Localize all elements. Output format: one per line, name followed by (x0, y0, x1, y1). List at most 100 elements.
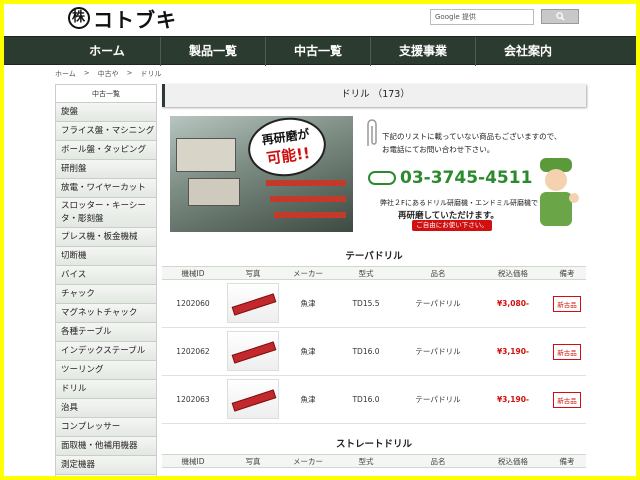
sidebar-item[interactable]: フライス盤・マシニング (56, 122, 156, 141)
breadcrumb-current: ドリル (141, 69, 162, 79)
page-title: ドリル （173） (162, 84, 586, 107)
phone-text: 03-3745-4511 (400, 168, 532, 188)
sidebar-item[interactable]: コンプレッサー (56, 418, 156, 437)
regrind-note: 弊社２Fにあるドリル研磨機・エンドミル研磨機で (380, 198, 538, 208)
sidebar-item[interactable]: 放電・ワイヤーカット (56, 179, 156, 198)
banner-photo: 再研磨が 可能!! (170, 116, 353, 232)
sidebar-item[interactable]: 各種テーブル (56, 323, 156, 342)
sidebar-item[interactable]: プレス機・板金機械 (56, 228, 156, 247)
table-header-row: 機械ID 写真 メーカー 型式 品名 税込価格 備考 (162, 267, 586, 280)
note-line2: お電話にてお問い合わせ下さい。 (382, 143, 561, 156)
site-logo[interactable]: 株 コトブキ (68, 6, 177, 30)
breadcrumb-sep: > (84, 69, 90, 79)
logo-mark: 株 (68, 7, 90, 29)
search-button[interactable] (541, 9, 579, 24)
sidebar-heading: 中古一覧 (56, 85, 156, 103)
cell-maker: 魚津 (282, 328, 334, 376)
cell-note: 新古品 (548, 280, 586, 328)
sidebar-item[interactable]: チャック (56, 285, 156, 304)
breadcrumb-home[interactable]: ホーム (55, 69, 76, 79)
cell-price: ¥3,190- (478, 376, 548, 424)
nav-used[interactable]: 中古一覧 (265, 37, 370, 66)
cell-note: 新古品 (548, 376, 586, 424)
col-name: 品名 (398, 267, 478, 280)
cell-name: テーパドリル (398, 280, 478, 328)
breadcrumb-used[interactable]: 中古や (98, 69, 119, 79)
cell-model: TD15.5 (334, 280, 398, 328)
note-line1: 下記のリストに載っていない商品もございますので、 (382, 130, 561, 143)
freedial-icon (368, 171, 396, 185)
col-note: 備考 (548, 455, 586, 468)
nav-company[interactable]: 会社案内 (475, 37, 580, 66)
cell-photo[interactable] (224, 280, 282, 328)
table-row[interactable]: 1202062 魚津 TD16.0 テーパドリル ¥3,190- 新古品 (162, 328, 586, 376)
burst-line2: 可能!! (265, 142, 311, 169)
logo-text: コトブキ (93, 4, 177, 33)
sidebar-item[interactable]: 切断機 (56, 247, 156, 266)
sidebar-item[interactable]: 旋盤 (56, 103, 156, 122)
cell-model: TD16.0 (334, 328, 398, 376)
sidebar-item[interactable]: 研削盤 (56, 160, 156, 179)
sidebar-item[interactable]: ツーリング (56, 361, 156, 380)
col-maker: メーカー (282, 455, 334, 468)
regrind-burst: 再研磨が 可能!! (244, 116, 329, 181)
col-price: 税込価格 (478, 267, 548, 280)
sidebar-item[interactable]: 測定機器 (56, 456, 156, 475)
nav-products[interactable]: 製品一覧 (160, 37, 265, 66)
search-input[interactable]: Google 提供 (430, 9, 534, 25)
table-row[interactable]: 1202060 魚津 TD15.5 テーパドリル ¥3,080- 新古品 (162, 280, 586, 328)
free-use-badge: ご自由にお使い下さい。 (412, 220, 492, 231)
site-header: 株 コトブキ Google 提供 (4, 4, 636, 36)
product-table-straight: 機械ID 写真 メーカー 型式 品名 税込価格 備考 (162, 454, 586, 468)
sidebar-item[interactable]: インデックステーブル (56, 342, 156, 361)
cell-maker: 魚津 (282, 280, 334, 328)
new-old-badge: 新古品 (553, 392, 581, 408)
cell-id: 1202062 (162, 328, 224, 376)
new-old-badge: 新古品 (553, 296, 581, 312)
sidebar-item[interactable]: マグネットチャック (56, 304, 156, 323)
breadcrumb: ホーム > 中古や > ドリル (55, 69, 162, 79)
main-nav: ホーム 製品一覧 中古一覧 支援事業 会社案内 (4, 36, 636, 65)
cell-name: テーパドリル (398, 376, 478, 424)
col-maker: メーカー (282, 267, 334, 280)
cell-maker: 魚津 (282, 376, 334, 424)
sidebar-item-active[interactable]: ドリル (56, 380, 156, 399)
table-row[interactable]: 1202063 魚津 TD16.0 テーパドリル ¥3,190- 新古品 (162, 376, 586, 424)
col-model: 型式 (334, 455, 398, 468)
col-photo: 写真 (224, 267, 282, 280)
cell-photo[interactable] (224, 376, 282, 424)
sidebar: 中古一覧 旋盤 フライス盤・マシニング ボール盤・タッピング 研削盤 放電・ワイ… (55, 84, 157, 476)
cell-model: TD16.0 (334, 376, 398, 424)
phone-number[interactable]: 03-3745-4511 (368, 168, 532, 188)
cell-id: 1202063 (162, 376, 224, 424)
new-old-badge: 新古品 (553, 344, 581, 360)
cell-price: ¥3,190- (478, 328, 548, 376)
sidebar-item[interactable]: スロッター・キーシータ・彫刻盤 (56, 198, 156, 228)
col-model: 型式 (334, 267, 398, 280)
cell-price: ¥3,080- (478, 280, 548, 328)
page-frame: 株 コトブキ Google 提供 ホーム 製品一覧 中古一覧 支援事業 会社案内… (4, 4, 636, 476)
sidebar-item[interactable]: 面取機・他補用機器 (56, 437, 156, 456)
col-id: 機械ID (162, 455, 224, 468)
col-photo: 写真 (224, 455, 282, 468)
nav-home[interactable]: ホーム (55, 37, 159, 66)
paperclip-icon (364, 118, 380, 148)
nav-support[interactable]: 支援事業 (370, 37, 475, 66)
drill-photo[interactable] (227, 283, 279, 323)
col-price: 税込価格 (478, 455, 548, 468)
drill-photo[interactable] (227, 379, 279, 419)
breadcrumb-sep: > (127, 69, 133, 79)
cell-note: 新古品 (548, 328, 586, 376)
cell-id: 1202060 (162, 280, 224, 328)
sidebar-item[interactable]: 治具 (56, 399, 156, 418)
cell-name: テーパドリル (398, 328, 478, 376)
search-icon (556, 12, 565, 21)
drill-photo[interactable] (227, 331, 279, 371)
col-name: 品名 (398, 455, 478, 468)
contact-banner: 下記のリストに載っていない商品もございますので、 お電話にてお問い合わせ下さい。… (360, 116, 586, 232)
table-header-row: 機械ID 写真 メーカー 型式 品名 税込価格 備考 (162, 455, 586, 468)
sidebar-item[interactable]: バイス (56, 266, 156, 285)
product-table-taper: 機械ID 写真 メーカー 型式 品名 税込価格 備考 1202060 魚津 TD… (162, 266, 586, 424)
sidebar-item[interactable]: ボール盤・タッピング (56, 141, 156, 160)
cell-photo[interactable] (224, 328, 282, 376)
